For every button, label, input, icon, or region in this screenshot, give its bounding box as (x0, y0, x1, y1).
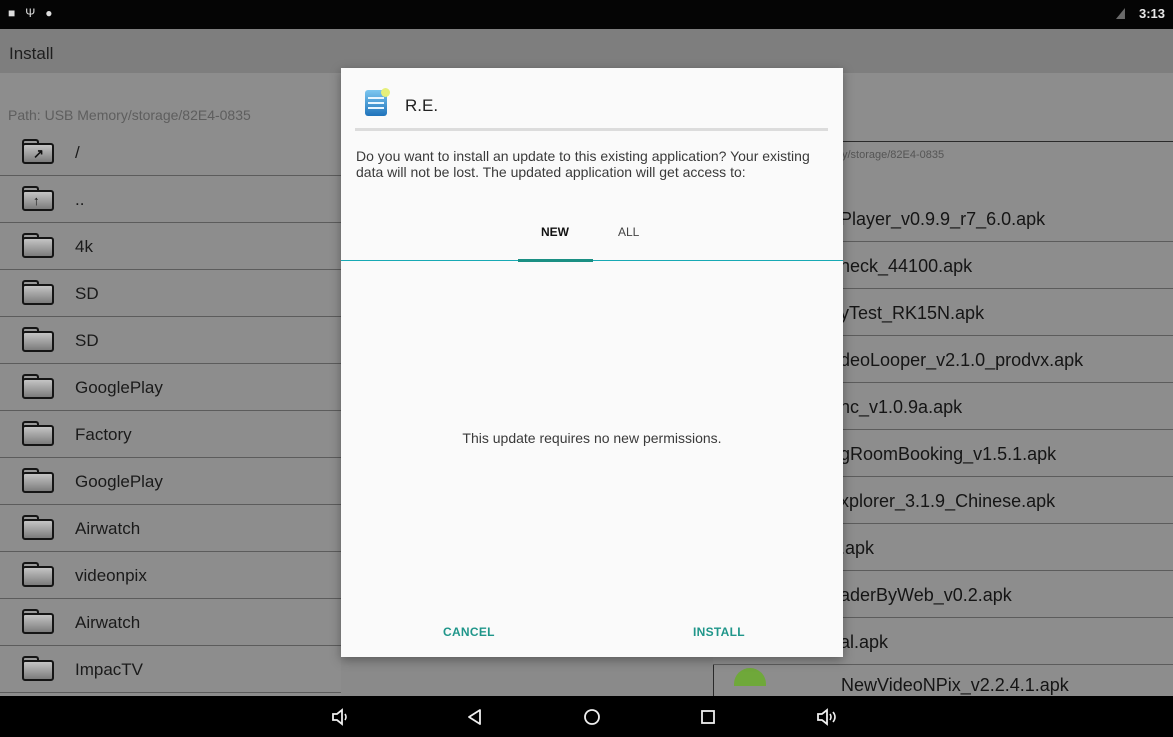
list-item-label: GooglePlay (75, 378, 163, 397)
permissions-message: This update requires no new permissions. (462, 430, 722, 446)
folder-icon (22, 280, 54, 305)
folder-list: ↗ / ↑ .. 4k SD SD GooglePlay Factory Goo… (0, 129, 341, 693)
folder-icon (22, 609, 54, 634)
title-divider (355, 128, 828, 131)
dialog-message: Do you want to install an update to this… (356, 148, 810, 180)
list-item-label: nc_v1.0.9a.apk (840, 397, 963, 417)
install-button[interactable]: INSTALL (693, 625, 745, 639)
status-time: 3:13 (1138, 6, 1165, 21)
list-item[interactable]: ImpacTV (0, 646, 341, 693)
folder-icon (22, 421, 54, 446)
folder-icon (22, 233, 54, 258)
list-item-label: Player_v0.9.9_r7_6.0.apk (840, 209, 1046, 229)
root-explorer-icon (365, 88, 390, 116)
list-item-label: Airwatch (75, 519, 141, 538)
list-item-label: ImpacTV (75, 660, 144, 679)
folder-icon (22, 562, 54, 587)
list-item[interactable]: SD (0, 270, 341, 317)
list-item-label: yTest_RK15N.apk (840, 303, 985, 323)
folder-icon (22, 374, 54, 399)
left-file-panel: Path: USB Memory/storage/82E4-0835 ↗ / ↑… (0, 73, 341, 696)
notification-icon: ■ (8, 6, 16, 20)
folder-icon (22, 656, 54, 681)
no-sim-icon (1115, 8, 1125, 19)
volume-up-icon[interactable] (813, 704, 839, 730)
list-item-label: SD (75, 331, 99, 350)
list-item-label: al.apk (840, 632, 889, 652)
list-item-label: gRoomBooking_v1.5.1.apk (840, 444, 1057, 464)
list-item[interactable]: SD (0, 317, 341, 364)
list-item-label: Factory (75, 425, 132, 444)
folder-root-icon: ↗ (22, 139, 54, 164)
list-item-label: NewVideoNPix_v2.2.4.1.apk (841, 675, 1069, 695)
list-item-label: SD (75, 284, 99, 303)
folder-up-icon: ↑ (22, 186, 54, 211)
list-item[interactable]: GooglePlay (0, 364, 341, 411)
tab-new[interactable]: NEW (541, 225, 569, 239)
list-item[interactable]: Airwatch (0, 505, 341, 552)
list-item-label: 4k (75, 237, 93, 256)
page-title: Install (9, 44, 54, 63)
tab-indicator (518, 259, 593, 262)
list-item-label: Airwatch (75, 613, 141, 632)
list-item-root[interactable]: ↗ / (0, 129, 341, 176)
list-item[interactable]: videonpix (0, 552, 341, 599)
list-item[interactable]: 4k (0, 223, 341, 270)
install-dialog: R.E. Do you want to install an update to… (341, 68, 843, 657)
status-right: 3:13 (1115, 6, 1165, 21)
recents-icon[interactable] (695, 704, 721, 730)
app-bar: Install (0, 29, 1173, 73)
list-item-label: videonpix (75, 566, 147, 585)
navigation-bar (0, 696, 1173, 737)
list-item-label: .. (75, 190, 85, 209)
tab-all[interactable]: ALL (618, 225, 639, 239)
path-label: Path: USB Memory/storage/82E4-0835 (8, 107, 251, 123)
usb-icon: Ψ (25, 6, 36, 20)
status-bar: ■ Ψ ● 3:13 (0, 0, 1173, 29)
list-item-label: aderByWeb_v0.2.apk (840, 585, 1012, 605)
android-apk-icon (734, 668, 766, 686)
list-item[interactable]: Airwatch (0, 599, 341, 646)
back-icon[interactable] (462, 704, 488, 730)
right-panel-header (842, 73, 1173, 142)
dialog-title: R.E. (405, 96, 439, 115)
folder-icon (22, 468, 54, 493)
volume-down-icon[interactable] (327, 704, 353, 730)
android-debug-icon: ● (45, 6, 53, 20)
folder-icon (22, 515, 54, 540)
status-icons: ■ Ψ ● (8, 6, 53, 20)
list-item-label: neck_44100.apk (840, 256, 973, 276)
list-item[interactable]: GooglePlay (0, 458, 341, 505)
list-item-label: GooglePlay (75, 472, 163, 491)
cancel-button[interactable]: CANCEL (443, 625, 495, 639)
list-item-label: deoLooper_v2.1.0_prodvx.apk (840, 350, 1084, 370)
list-item-label: .apk (840, 538, 875, 558)
list-item[interactable]: Factory (0, 411, 341, 458)
list-item-label: xplorer_3.1.9_Chinese.apk (840, 491, 1056, 511)
list-item-parent[interactable]: ↑ .. (0, 176, 341, 223)
folder-icon (22, 327, 54, 352)
list-item-label: / (75, 143, 80, 162)
right-path-label: y/storage/82E4-0835 (842, 149, 945, 161)
home-icon[interactable] (579, 704, 605, 730)
